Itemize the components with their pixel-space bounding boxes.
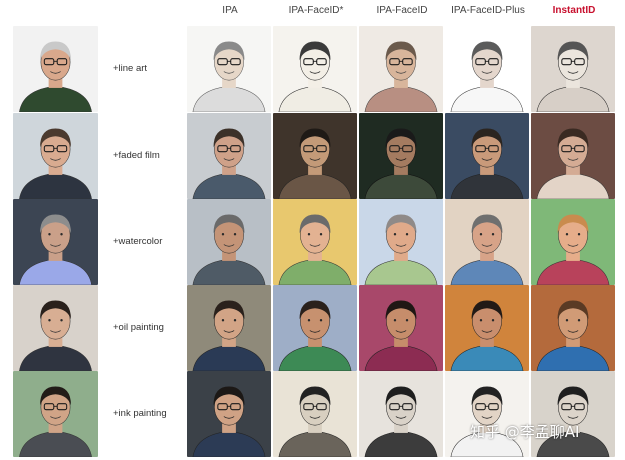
- reference-image-row-4: [13, 285, 98, 371]
- result-image-instantid-row-3: [531, 199, 615, 285]
- prompt-label-row-4: +oil painting: [113, 322, 164, 333]
- result-image-ipa-faceid-star-row-2: [273, 113, 357, 199]
- result-image-ipa-row-4: [187, 285, 271, 371]
- result-image-instantid-row-5: [531, 371, 615, 457]
- result-image-ipa-faceid-plus-row-3: [445, 199, 529, 285]
- reference-image-row-5: [13, 371, 98, 457]
- prompt-label-row-5: +ink painting: [113, 408, 167, 419]
- result-image-ipa-faceid-star-row-4: [273, 285, 357, 371]
- reference-image-row-2: [13, 113, 98, 199]
- column-header-ipa: IPA: [222, 5, 238, 16]
- prompt-label-row-3: +watercolor: [113, 236, 163, 247]
- result-image-ipa-row-1: [187, 26, 271, 112]
- column-header-instantid: InstantID: [552, 5, 596, 16]
- reference-image-row-1: [13, 26, 98, 112]
- result-image-ipa-faceid-plus-row-2: [445, 113, 529, 199]
- result-image-ipa-faceid-star-row-5: [273, 371, 357, 457]
- result-image-ipa-faceid-row-1: [359, 26, 443, 112]
- result-image-ipa-row-2: [187, 113, 271, 199]
- reference-image-row-3: [13, 199, 98, 285]
- column-header-ipa-faceid: IPA-FaceID: [376, 5, 428, 16]
- result-image-instantid-row-1: [531, 26, 615, 112]
- result-image-instantid-row-4: [531, 285, 615, 371]
- result-image-ipa-faceid-star-row-1: [273, 26, 357, 112]
- result-image-ipa-faceid-row-3: [359, 199, 443, 285]
- result-image-ipa-faceid-row-5: [359, 371, 443, 457]
- result-image-ipa-row-5: [187, 371, 271, 457]
- result-image-ipa-faceid-plus-row-5: [445, 371, 529, 457]
- result-image-instantid-row-2: [531, 113, 615, 199]
- result-image-ipa-row-3: [187, 199, 271, 285]
- result-image-ipa-faceid-star-row-3: [273, 199, 357, 285]
- result-image-ipa-faceid-plus-row-1: [445, 26, 529, 112]
- prompt-label-row-1: +line art: [113, 63, 148, 74]
- prompt-label-row-2: +faded film: [113, 150, 160, 161]
- watermark: 知乎 @李孟聊AI: [470, 423, 580, 441]
- column-header-ipa-faceid-plus: IPA-FaceID-Plus: [451, 5, 525, 16]
- column-header-ipa-faceid-star: IPA-FaceID*: [288, 5, 344, 16]
- result-image-ipa-faceid-row-4: [359, 285, 443, 371]
- result-image-ipa-faceid-row-2: [359, 113, 443, 199]
- result-image-ipa-faceid-plus-row-4: [445, 285, 529, 371]
